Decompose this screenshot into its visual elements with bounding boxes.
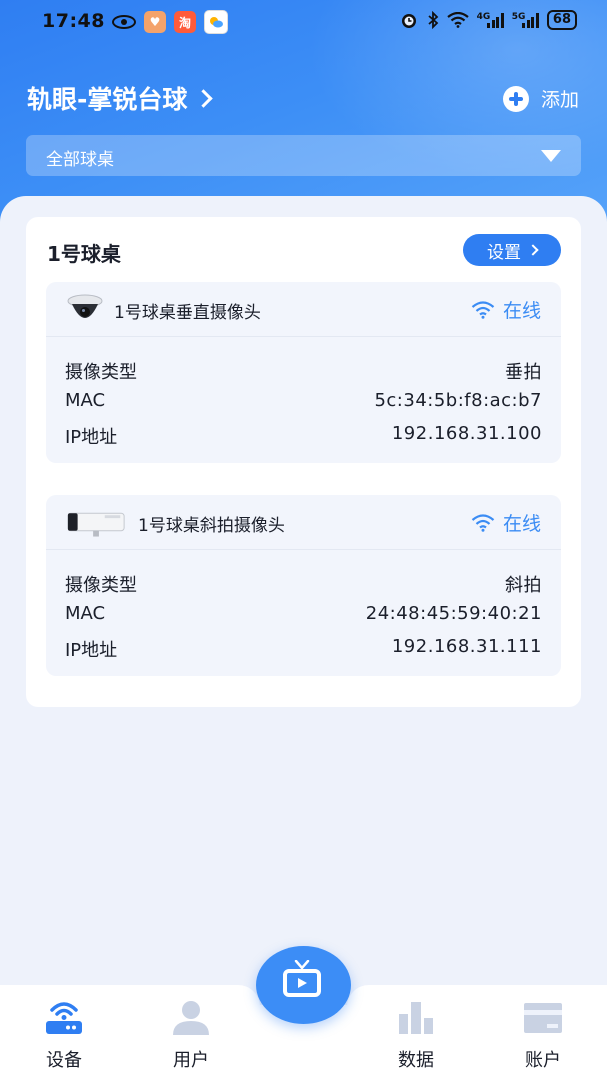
row-label: 摄像类型 <box>65 575 137 596</box>
row-label: IP地址 <box>65 640 118 661</box>
row-label: MAC <box>65 603 106 624</box>
ip-row: IP地址 192.168.31.100 <box>65 423 542 449</box>
camera-type-row: 摄像类型 斜拍 <box>65 571 542 597</box>
row-value: 5c:34:5b:f8:ac:b7 <box>374 390 542 411</box>
table-filter-dropdown[interactable]: 全部球桌 <box>26 135 581 176</box>
camera-header: 1号球桌垂直摄像头 在线 <box>46 282 561 337</box>
battery-icon: 68 <box>546 10 577 30</box>
signal-4g: 4G <box>477 12 504 28</box>
nav-label: 用户 <box>173 1050 209 1071</box>
status-time: 17:48 <box>42 10 105 32</box>
eye-icon <box>112 15 136 29</box>
live-view-button[interactable] <box>256 946 351 1024</box>
bar-chart-icon <box>399 1002 433 1034</box>
row-value: 192.168.31.111 <box>391 636 542 657</box>
health-app-icon: ♥ <box>144 11 166 33</box>
camera-name: 1号球桌垂直摄像头 <box>114 303 261 323</box>
camera-type-row: 摄像类型 垂拍 <box>65 358 542 384</box>
nav-label: 账户 <box>525 1050 561 1071</box>
tv-icon <box>283 969 321 997</box>
camera-status: 在线 <box>471 509 541 536</box>
taobao-app-icon: 淘 <box>174 11 196 33</box>
venue-name: 轨眼-掌锐台球 <box>27 85 188 114</box>
row-value: 斜拍 <box>505 575 542 596</box>
status-right-icons: 4G 5G 68 <box>399 10 577 30</box>
chevron-right-icon <box>527 244 539 256</box>
status-bar: 17:48 ♥ 淘 4G 5G 68 <box>0 0 607 44</box>
wifi-status-icon <box>446 12 469 28</box>
row-value: 192.168.31.100 <box>391 423 542 444</box>
row-label: 摄像类型 <box>65 362 137 383</box>
venue-selector[interactable]: 轨眼-掌锐台球 <box>27 80 214 116</box>
settings-label: 设置 <box>487 242 521 263</box>
add-label: 添加 <box>540 89 579 111</box>
add-button[interactable]: 添加 <box>502 85 579 112</box>
row-label: IP地址 <box>65 427 118 448</box>
wifi-icon <box>471 300 495 319</box>
plus-circle-icon <box>502 85 529 112</box>
status-left-icons: ♥ 淘 <box>112 10 228 34</box>
nav-label: 数据 <box>398 1050 434 1071</box>
nav-item-devices[interactable]: 设备 <box>24 1000 104 1080</box>
nav-item-account[interactable]: 账户 <box>503 1000 583 1080</box>
filter-label: 全部球桌 <box>46 150 114 170</box>
wifi-icon <box>471 513 495 532</box>
camera-card[interactable]: 1号球桌垂直摄像头 在线 摄像类型 垂拍 MAC 5c:34:5b:f8:ac:… <box>46 282 561 463</box>
card-icon <box>524 1003 562 1033</box>
camera-header: 1号球桌斜拍摄像头 在线 <box>46 495 561 550</box>
bluetooth-icon <box>428 11 438 29</box>
user-icon <box>173 1001 209 1035</box>
camera-status: 在线 <box>471 296 541 323</box>
nav-label: 设备 <box>46 1050 82 1071</box>
caret-down-icon <box>541 150 561 162</box>
dome-camera-icon <box>67 294 103 318</box>
router-icon <box>46 1002 82 1034</box>
online-status-label: 在线 <box>502 300 541 322</box>
mac-row: MAC 24:48:45:59:40:21 <box>65 603 542 624</box>
settings-button[interactable]: 设置 <box>463 234 561 266</box>
online-status-label: 在线 <box>502 513 541 535</box>
row-value: 垂拍 <box>505 362 542 383</box>
row-value: 24:48:45:59:40:21 <box>365 603 542 624</box>
camera-card[interactable]: 1号球桌斜拍摄像头 在线 摄像类型 斜拍 MAC 24:48:45:59:40:… <box>46 495 561 676</box>
mac-row: MAC 5c:34:5b:f8:ac:b7 <box>65 390 542 411</box>
nav-item-users[interactable]: 用户 <box>151 1000 231 1080</box>
weather-app-icon <box>204 10 228 34</box>
signal-5g: 5G <box>512 12 539 28</box>
chevron-right-icon <box>194 88 214 108</box>
table-title: 1号球桌 <box>47 242 121 266</box>
camera-name: 1号球桌斜拍摄像头 <box>138 516 285 536</box>
row-label: MAC <box>65 390 106 411</box>
alarm-icon <box>401 14 416 28</box>
ip-row: IP地址 192.168.31.111 <box>65 636 542 662</box>
bullet-camera-icon <box>67 512 125 537</box>
nav-item-data[interactable]: 数据 <box>376 1000 456 1080</box>
